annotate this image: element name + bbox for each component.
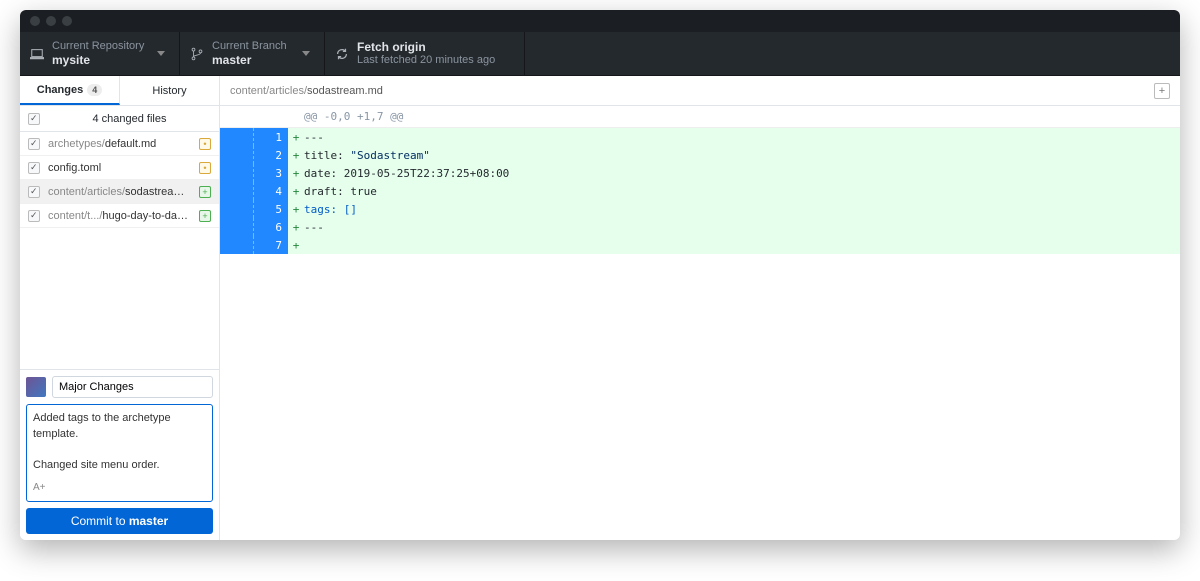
diff-line[interactable]: 5+tags: []: [220, 200, 1180, 218]
tab-changes-label: Changes: [37, 84, 83, 96]
file-checkbox[interactable]: [28, 186, 40, 198]
gutter-new: 4: [254, 182, 288, 200]
file-list: archetypes/default.md • config.toml • co…: [20, 132, 219, 369]
diff-header: content/articles/sodastream.md +: [220, 76, 1180, 106]
file-row[interactable]: content/t.../hugo-day-to-day.md +: [20, 204, 219, 228]
gutter-new: 7: [254, 236, 288, 254]
hunk-header: @@ -0,0 +1,7 @@: [220, 106, 1180, 128]
branch-label: Current Branch: [212, 40, 287, 53]
repo-value: mysite: [52, 53, 144, 67]
diff-line[interactable]: 7+: [220, 236, 1180, 254]
diff-line[interactable]: 2+title: "Sodastream": [220, 146, 1180, 164]
branch-icon: [190, 47, 204, 61]
plus-marker-icon: +: [288, 221, 304, 234]
gutter-old: [220, 164, 254, 182]
commit-summary-input[interactable]: [52, 376, 213, 398]
coauthor-hint[interactable]: A+: [33, 481, 206, 495]
select-all-checkbox[interactable]: [28, 113, 40, 125]
sync-icon: [335, 47, 349, 61]
diff-line[interactable]: 1+---: [220, 128, 1180, 146]
diff-body[interactable]: @@ -0,0 +1,7 @@ 1+---2+title: "Sodastrea…: [220, 106, 1180, 540]
commit-description-text: Added tags to the archetype template. Ch…: [33, 411, 206, 473]
commit-button-branch: master: [129, 514, 168, 528]
commit-button-prefix: Commit to: [71, 514, 129, 528]
plus-marker-icon: +: [288, 185, 304, 198]
titlebar: [20, 10, 1180, 32]
code-text: title: "Sodastream": [304, 149, 1180, 162]
code-text: tags: []: [304, 203, 1180, 216]
gutter-new: 5: [254, 200, 288, 218]
status-added-icon: +: [199, 210, 211, 222]
file-row[interactable]: content/articles/sodastream.md +: [20, 180, 219, 204]
diff-line[interactable]: 6+---: [220, 218, 1180, 236]
tab-changes-count: 4: [87, 84, 102, 96]
main-area: Changes 4 History 4 changed files archet…: [20, 76, 1180, 540]
app-window: Current Repository mysite Current Branch…: [20, 10, 1180, 540]
sidebar: Changes 4 History 4 changed files archet…: [20, 76, 220, 540]
diff-line[interactable]: 3+date: 2019-05-25T22:37:25+08:00: [220, 164, 1180, 182]
gutter-old: [220, 128, 254, 146]
chevron-down-icon: [157, 51, 165, 56]
plus-marker-icon: +: [288, 131, 304, 144]
tab-changes[interactable]: Changes 4: [20, 76, 120, 105]
commit-panel: Added tags to the archetype template. Ch…: [20, 369, 219, 540]
gutter-old: [220, 218, 254, 236]
code-text: ---: [304, 221, 1180, 234]
fetch-label: Fetch origin: [357, 40, 495, 54]
toolbar: Current Repository mysite Current Branch…: [20, 32, 1180, 76]
gutter-old: [220, 146, 254, 164]
code-text: date: 2019-05-25T22:37:25+08:00: [304, 167, 1180, 180]
file-path: archetypes/default.md: [48, 138, 191, 150]
commit-description-input[interactable]: Added tags to the archetype template. Ch…: [26, 404, 213, 502]
diff-expand-button[interactable]: +: [1154, 83, 1170, 99]
branch-value: master: [212, 53, 287, 67]
gutter-old: [220, 200, 254, 218]
status-modified-icon: •: [199, 138, 211, 150]
file-checkbox[interactable]: [28, 138, 40, 150]
file-checkbox[interactable]: [28, 210, 40, 222]
status-modified-icon: •: [199, 162, 211, 174]
gutter-new: 6: [254, 218, 288, 236]
plus-marker-icon: +: [288, 239, 304, 252]
repo-selector[interactable]: Current Repository mysite: [20, 32, 180, 75]
gutter-new: 2: [254, 146, 288, 164]
commit-button[interactable]: Commit to master: [26, 508, 213, 534]
repo-label: Current Repository: [52, 40, 144, 53]
tab-history-label: History: [152, 85, 186, 97]
chevron-down-icon: [302, 51, 310, 56]
changes-summary: 4 changed files: [20, 106, 219, 132]
avatar: [26, 377, 46, 397]
laptop-icon: [30, 47, 44, 61]
status-added-icon: +: [199, 186, 211, 198]
fetch-sub: Last fetched 20 minutes ago: [357, 54, 495, 67]
changes-summary-text: 4 changed files: [48, 113, 211, 125]
plus-marker-icon: +: [288, 167, 304, 180]
traffic-light-min-icon[interactable]: [46, 16, 56, 26]
gutter-old: [220, 236, 254, 254]
file-path: content/articles/sodastream.md: [48, 186, 191, 198]
sidebar-tabs: Changes 4 History: [20, 76, 219, 106]
diff-file-path: content/articles/sodastream.md: [230, 85, 383, 97]
fetch-button[interactable]: Fetch origin Last fetched 20 minutes ago: [325, 32, 525, 75]
traffic-light-max-icon[interactable]: [62, 16, 72, 26]
plus-marker-icon: +: [288, 149, 304, 162]
tab-history[interactable]: History: [120, 76, 219, 105]
file-checkbox[interactable]: [28, 162, 40, 174]
file-row[interactable]: archetypes/default.md •: [20, 132, 219, 156]
code-text: ---: [304, 131, 1180, 144]
gutter-new: 3: [254, 164, 288, 182]
file-path: content/t.../hugo-day-to-day.md: [48, 210, 191, 222]
gutter-new: 1: [254, 128, 288, 146]
traffic-light-close-icon[interactable]: [30, 16, 40, 26]
code-text: draft: true: [304, 185, 1180, 198]
file-path: config.toml: [48, 162, 191, 174]
gutter-old: [220, 182, 254, 200]
file-row[interactable]: config.toml •: [20, 156, 219, 180]
branch-selector[interactable]: Current Branch master: [180, 32, 325, 75]
plus-marker-icon: +: [288, 203, 304, 216]
diff-line[interactable]: 4+draft: true: [220, 182, 1180, 200]
diff-panel: content/articles/sodastream.md + @@ -0,0…: [220, 76, 1180, 540]
